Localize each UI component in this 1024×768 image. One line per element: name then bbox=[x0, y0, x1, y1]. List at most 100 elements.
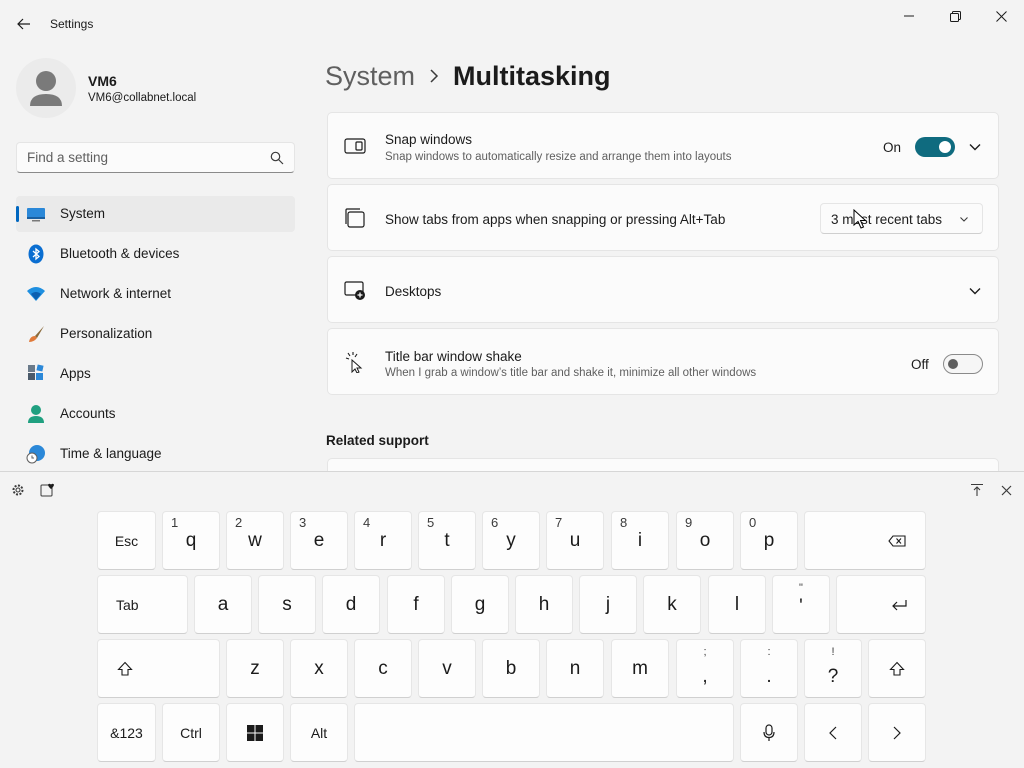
title-bar-shake-toggle[interactable] bbox=[943, 354, 983, 374]
chevron-down-icon[interactable] bbox=[967, 139, 983, 155]
dock-icon bbox=[971, 483, 983, 496]
key-tab[interactable]: Tab bbox=[97, 575, 188, 634]
chevron-down-icon[interactable] bbox=[967, 283, 983, 299]
key-ctrl[interactable]: Ctrl bbox=[162, 703, 220, 762]
key-esc[interactable]: Esc bbox=[97, 511, 156, 570]
key-letter[interactable]: l bbox=[708, 575, 766, 634]
key-shift-left[interactable] bbox=[97, 639, 220, 698]
accounts-icon bbox=[28, 405, 44, 423]
sidebar-item-system[interactable]: System bbox=[16, 196, 295, 232]
key-char: f bbox=[413, 594, 419, 615]
setting-description: When I grab a window’s title bar and sha… bbox=[385, 367, 757, 379]
key-letter[interactable]: n bbox=[546, 639, 604, 698]
key-letter[interactable]: k bbox=[643, 575, 701, 634]
key-char: z bbox=[250, 658, 260, 679]
snap-windows-toggle[interactable] bbox=[915, 137, 955, 157]
key-comma[interactable]: ;, bbox=[676, 639, 734, 698]
keyboard-settings-button[interactable] bbox=[7, 479, 29, 501]
key-label: Alt bbox=[310, 725, 328, 741]
key-letter[interactable]: 0p bbox=[740, 511, 798, 570]
key-letter[interactable]: j bbox=[579, 575, 637, 634]
sidebar-item-accounts[interactable]: Accounts bbox=[16, 396, 295, 432]
emoji-clipboard-button[interactable] bbox=[36, 479, 58, 501]
snap-windows-card[interactable]: Snap windows Snap windows to automatical… bbox=[327, 112, 999, 179]
key-dictation[interactable] bbox=[740, 703, 798, 762]
sidebar-item-bluetooth[interactable]: Bluetooth & devices bbox=[16, 236, 295, 272]
key-letter[interactable]: 8i bbox=[611, 511, 669, 570]
person-icon bbox=[30, 71, 62, 106]
key-letter[interactable]: d bbox=[322, 575, 380, 634]
sidebar-item-network[interactable]: Network & internet bbox=[16, 276, 295, 312]
key-hint: 7 bbox=[555, 515, 563, 530]
key-char: t bbox=[444, 530, 450, 551]
key-letter[interactable]: x bbox=[290, 639, 348, 698]
close-window-button[interactable] bbox=[978, 0, 1024, 32]
system-icon bbox=[27, 208, 45, 222]
sidebar-item-personalization[interactable]: Personalization bbox=[16, 316, 295, 352]
key-letter[interactable]: 1q bbox=[162, 511, 220, 570]
key-char: i bbox=[637, 530, 643, 551]
minimize-button[interactable] bbox=[886, 0, 932, 32]
desktops-card[interactable]: Desktops bbox=[327, 256, 999, 323]
key-enter[interactable] bbox=[836, 575, 926, 634]
minimize-icon bbox=[904, 15, 914, 17]
key-windows[interactable] bbox=[226, 703, 284, 762]
avatar bbox=[16, 58, 76, 118]
key-label: Tab bbox=[116, 597, 139, 613]
key-letter[interactable]: a bbox=[194, 575, 252, 634]
key-letter[interactable]: b bbox=[482, 639, 540, 698]
key-letter[interactable]: m bbox=[611, 639, 669, 698]
sidebar-item-label: Time & language bbox=[60, 446, 162, 461]
key-backspace[interactable] bbox=[804, 511, 926, 570]
apps-icon bbox=[28, 364, 44, 380]
key-letter[interactable]: v bbox=[418, 639, 476, 698]
user-email: VM6@collabnet.local bbox=[88, 92, 197, 104]
key-char: d bbox=[345, 594, 357, 615]
keyboard-dock-button[interactable] bbox=[966, 479, 988, 501]
key-quote[interactable]: " ' bbox=[772, 575, 830, 634]
setting-description: Snap windows to automatically resize and… bbox=[385, 151, 732, 163]
key-letter[interactable]: 6y bbox=[482, 511, 540, 570]
key-arrow-left[interactable] bbox=[804, 703, 862, 762]
key-period[interactable]: :. bbox=[740, 639, 798, 698]
key-char: n bbox=[569, 658, 581, 679]
key-letter[interactable]: 5t bbox=[418, 511, 476, 570]
alt-tab-card: Show tabs from apps when snapping or pre… bbox=[327, 184, 999, 251]
alt-tab-dropdown[interactable]: 3 most recent tabs bbox=[820, 203, 983, 234]
key-char: j bbox=[605, 594, 611, 615]
search-box[interactable] bbox=[16, 142, 295, 173]
key-letter[interactable]: 4r bbox=[354, 511, 412, 570]
key-letter[interactable]: g bbox=[451, 575, 509, 634]
back-button[interactable] bbox=[10, 10, 38, 38]
key-letter[interactable]: s bbox=[258, 575, 316, 634]
key-question[interactable]: !? bbox=[804, 639, 862, 698]
maximize-button[interactable] bbox=[932, 0, 978, 32]
breadcrumb-parent[interactable]: System bbox=[325, 61, 415, 92]
search-input[interactable] bbox=[17, 143, 257, 172]
search-icon[interactable] bbox=[270, 151, 284, 165]
key-letter[interactable]: 3e bbox=[290, 511, 348, 570]
key-letter[interactable]: h bbox=[515, 575, 573, 634]
key-letter[interactable]: 2w bbox=[226, 511, 284, 570]
selection-indicator bbox=[16, 206, 19, 222]
windows-logo-icon bbox=[247, 724, 263, 741]
sidebar-item-time-language[interactable]: Time & language bbox=[16, 436, 295, 472]
desktops-icon bbox=[344, 281, 365, 300]
key-arrow-right[interactable] bbox=[868, 703, 926, 762]
key-letter[interactable]: f bbox=[387, 575, 445, 634]
key-symbols[interactable]: &123 bbox=[97, 703, 156, 762]
sidebar-item-label: Accounts bbox=[60, 406, 116, 421]
keyboard-close-button[interactable] bbox=[995, 479, 1017, 501]
key-shift-right[interactable] bbox=[868, 639, 926, 698]
backspace-icon bbox=[888, 534, 906, 547]
key-alt-char: : bbox=[767, 646, 771, 658]
key-letter[interactable]: 7u bbox=[546, 511, 604, 570]
sidebar-item-apps[interactable]: Apps bbox=[16, 356, 295, 392]
key-letter[interactable]: 9o bbox=[676, 511, 734, 570]
tabs-icon bbox=[345, 208, 365, 228]
toggle-state-label: Off bbox=[911, 357, 929, 372]
key-space[interactable] bbox=[354, 703, 734, 762]
key-alt[interactable]: Alt bbox=[290, 703, 348, 762]
key-letter[interactable]: z bbox=[226, 639, 284, 698]
key-letter[interactable]: c bbox=[354, 639, 412, 698]
